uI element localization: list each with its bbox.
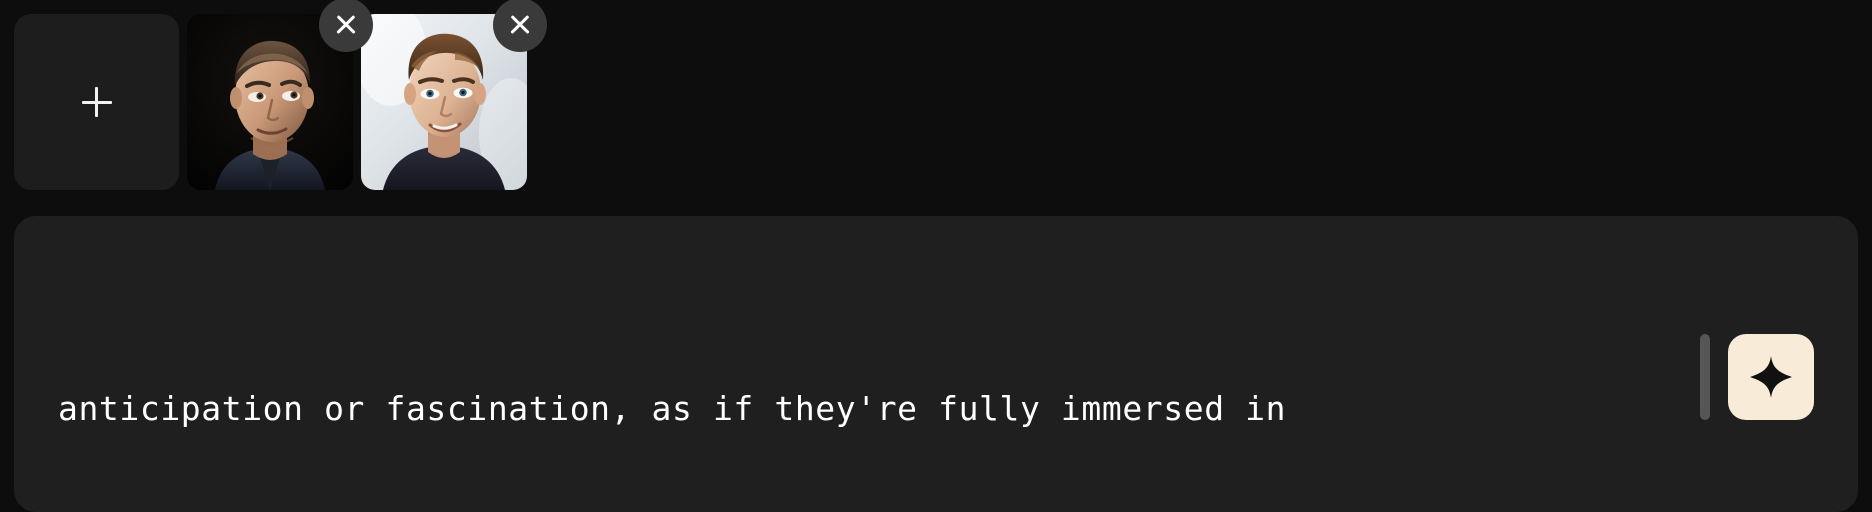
sparkle-icon bbox=[1750, 356, 1792, 398]
close-icon bbox=[508, 13, 532, 37]
prompt-line: anticipation or fascination, as if they'… bbox=[58, 389, 1287, 428]
prompt-textarea[interactable]: anticipation or fascination, as if they'… bbox=[14, 216, 1700, 512]
attachment-item bbox=[361, 0, 547, 190]
remove-attachment-button[interactable] bbox=[493, 0, 547, 52]
scrollbar-thumb[interactable] bbox=[1700, 334, 1710, 420]
add-attachment-button[interactable] bbox=[14, 14, 179, 190]
attachment-item bbox=[187, 0, 373, 190]
prompt-composer[interactable]: anticipation or fascination, as if they'… bbox=[14, 216, 1858, 512]
attachment-strip bbox=[14, 0, 547, 204]
composer-actions bbox=[1700, 334, 1858, 420]
generate-button[interactable] bbox=[1728, 334, 1814, 420]
close-icon bbox=[334, 13, 358, 37]
plus-icon bbox=[81, 87, 112, 117]
remove-attachment-button[interactable] bbox=[319, 0, 373, 52]
composer-scrollbar[interactable] bbox=[1700, 334, 1710, 420]
